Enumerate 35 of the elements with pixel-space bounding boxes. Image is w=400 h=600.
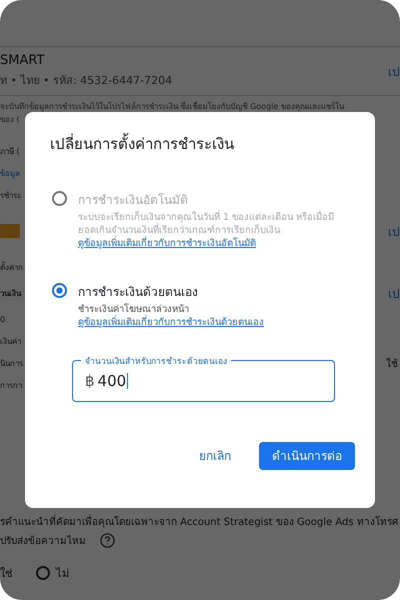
learn-more-link[interactable]: ดูข้อมูลเพิ่มเติมเกี่ยวกับการชำระเงินด้วยตนเอง bbox=[78, 317, 264, 330]
info-link[interactable]: ข้อมูล bbox=[0, 166, 20, 180]
option-label: ใช่ bbox=[0, 566, 12, 582]
option-title: การชำระเงินด้วยตนเอง bbox=[78, 284, 199, 302]
cancel-button[interactable]: ยกเลิก bbox=[193, 440, 237, 472]
question-text: รคำแนะนำที่คัดมาเพื่อคุณโดยเฉพาะจาก Account Strategist ของ Google Ads ทางโทรศ bbox=[0, 514, 400, 529]
option-description: ระบบจะเรียกเก็บเงินจากคุณในวันที่ 1 ของแต่ละเดือน หรือเมื่อมียอดเกินจำนวนเงินที่เรียกว่าเกณฑ์การเรียกเก็บเงิน ดูข้อมูลเพิ่มเติมเกี่ยวกับการชำระเงินอัตโนมัติ bbox=[78, 212, 349, 250]
section-label: ตั้งค่าก bbox=[0, 260, 23, 274]
section-label: ภาษี ( bbox=[0, 146, 20, 158]
section-label: รชำระ bbox=[0, 190, 21, 202]
option-title: การชำระเงินอัตโนมัติ bbox=[78, 192, 189, 209]
help-icon[interactable] bbox=[100, 533, 115, 548]
section-label: นินการ bbox=[0, 358, 23, 370]
payment-radio[interactable] bbox=[52, 283, 67, 298]
section-label: เงินค่า bbox=[0, 336, 21, 348]
account-details: ท • ไทย • รหัส: 4532-6447-7204 bbox=[0, 73, 172, 89]
no-radio[interactable] bbox=[36, 566, 50, 580]
currency-symbol: ฿ bbox=[85, 372, 95, 390]
option-description: ชำระเงินค่าโฆษณาล่วงหน้า ดูข้อมูลเพิ่มเติมเกี่ยวกับการชำระเงินด้วยตนเอง bbox=[78, 304, 264, 330]
account-name: SMART bbox=[0, 53, 46, 68]
section-label: วนเงิน bbox=[0, 288, 21, 300]
notice-text: ของ ( bbox=[0, 114, 21, 126]
question-text: ปรับส่งข้อความไหม bbox=[0, 534, 86, 548]
edit-link[interactable]: เป bbox=[388, 284, 400, 302]
edit-link[interactable]: เป bbox=[388, 222, 400, 240]
edit-link[interactable]: เป bbox=[388, 62, 400, 80]
section-text: ใช้ bbox=[386, 357, 399, 370]
section-label: การกา bbox=[0, 380, 22, 392]
card-logo-icon bbox=[0, 224, 20, 238]
notice-text: จะบันทึกข้อมูลการชำระเงินไว้ในโปรไฟล์การชำระเงิน ซึ่งเชื่อมโยงกับบัญชี Google ของคุณและแชร์ใน bbox=[0, 100, 346, 113]
option-label: ไม่ bbox=[56, 566, 69, 582]
dialog-title: เปลี่ยนการตั้งค่าการชำระเงิน bbox=[50, 132, 235, 155]
field-value: 400 bbox=[98, 372, 128, 390]
continue-button[interactable]: ดำเนินการต่อ bbox=[259, 442, 355, 470]
section-label: 0 bbox=[0, 314, 6, 324]
